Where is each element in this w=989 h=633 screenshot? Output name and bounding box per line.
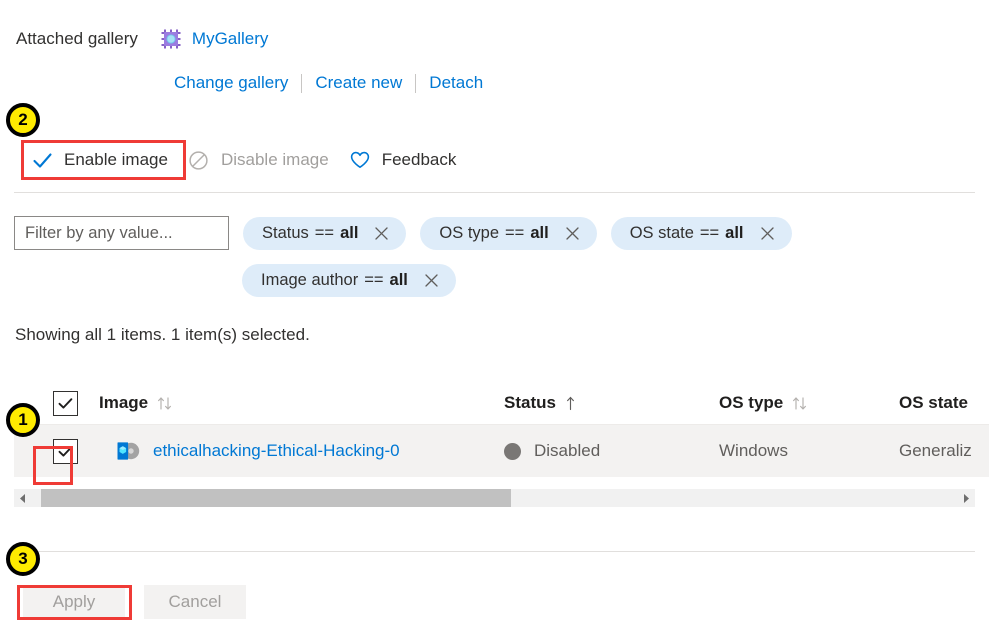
create-new-link[interactable]: Create new	[315, 73, 402, 93]
scrollbar-thumb[interactable]	[41, 489, 511, 507]
filter-pill-os-state[interactable]: OS state == all	[610, 216, 792, 250]
horizontal-scrollbar[interactable]	[14, 489, 975, 507]
gallery-name-link[interactable]: MyGallery	[192, 26, 269, 52]
filter-pill-operator: ==	[505, 223, 525, 242]
images-table: Image Status OS type OS state ethicalhac…	[14, 382, 989, 477]
attached-gallery-row: Attached gallery MyGallery	[16, 26, 268, 52]
column-header-image-label: Image	[99, 393, 149, 412]
scrollbar-track[interactable]	[31, 489, 958, 507]
filter-pill-value: all	[725, 223, 744, 242]
table-row[interactable]: ethicalhacking-Ethical-Hacking-0 Disable…	[14, 425, 989, 477]
column-header-status-label: Status	[504, 393, 556, 412]
select-all-cell	[14, 390, 99, 416]
gallery-actions: Change gallery Create new Detach	[174, 70, 483, 96]
filter-pill-value: all	[389, 271, 408, 289]
image-name-link[interactable]: ethicalhacking-Ethical-Hacking-0	[153, 441, 400, 461]
column-header-os-type-label: OS type	[719, 393, 784, 412]
enable-image-label: Enable image	[64, 150, 168, 169]
filter-pill-operator: ==	[314, 223, 335, 242]
row-status-cell: Disabled	[504, 441, 719, 461]
results-summary: Showing all 1 items. 1 item(s) selected.	[15, 325, 310, 344]
detach-link[interactable]: Detach	[429, 73, 483, 93]
footer-divider	[14, 551, 975, 552]
link-divider	[415, 73, 417, 93]
row-checkbox[interactable]	[52, 438, 78, 464]
sort-both-icon	[157, 395, 172, 412]
sort-both-icon	[792, 395, 807, 412]
vm-image-icon	[114, 438, 140, 464]
column-header-os-state-label: OS state	[899, 393, 968, 412]
filter-bar: Status == all OS type == all OS state ==…	[14, 216, 974, 250]
status-badge	[504, 442, 521, 460]
checkmark-icon	[31, 149, 53, 171]
feedback-label: Feedback	[381, 150, 457, 169]
filter-pill-operator: ==	[699, 223, 720, 242]
link-divider	[301, 73, 303, 93]
chevron-left-icon[interactable]	[14, 489, 31, 507]
command-bar: Enable image Disable image Feedback	[22, 144, 467, 176]
filter-pill-operator: ==	[364, 271, 384, 289]
filter-pill-value: all	[340, 223, 359, 242]
toolbar-divider	[14, 192, 975, 193]
row-select-cell	[14, 438, 99, 464]
column-header-os-state[interactable]: OS state	[899, 393, 989, 413]
filter-pill-name: Image author	[261, 271, 359, 289]
close-icon[interactable]	[373, 225, 390, 242]
search-input[interactable]	[14, 216, 229, 250]
heart-icon	[349, 149, 371, 171]
select-all-checkbox[interactable]	[52, 390, 78, 416]
row-os-state-label: Generaliz	[899, 441, 972, 460]
cancel-button[interactable]: Cancel	[144, 585, 246, 619]
annotation-badge-3: 3	[6, 542, 40, 576]
row-image-cell: ethicalhacking-Ethical-Hacking-0	[99, 438, 504, 464]
column-header-image[interactable]: Image	[99, 393, 504, 413]
block-circle-icon	[188, 149, 210, 171]
disable-image-button[interactable]: Disable image	[179, 144, 340, 176]
attached-gallery-label: Attached gallery	[16, 29, 138, 48]
change-gallery-link[interactable]: Change gallery	[174, 73, 288, 93]
filter-pill-os-type[interactable]: OS type == all	[420, 216, 597, 250]
row-status-label: Disabled	[534, 441, 601, 460]
filter-pill-status[interactable]: Status == all	[243, 216, 407, 250]
row-os-type-label: Windows	[719, 441, 788, 460]
close-icon[interactable]	[423, 272, 440, 289]
gallery-chip-icon	[160, 28, 182, 50]
filter-pill-image-author[interactable]: Image author == all	[242, 264, 456, 297]
chevron-right-icon[interactable]	[958, 489, 975, 507]
apply-button[interactable]: Apply	[23, 585, 125, 619]
row-os-type-cell: Windows	[719, 441, 899, 461]
filter-pill-name: Status	[262, 223, 309, 242]
sort-ascending-icon	[565, 395, 576, 412]
row-os-state-cell: Generaliz	[899, 441, 989, 461]
close-icon[interactable]	[564, 225, 581, 242]
filter-pill-name: OS type	[439, 223, 500, 242]
table-header-row: Image Status OS type OS state	[14, 382, 989, 425]
filter-pill-name: OS state	[629, 223, 694, 242]
column-header-status[interactable]: Status	[504, 393, 719, 413]
filter-pill-value: all	[530, 223, 549, 242]
close-icon[interactable]	[759, 225, 776, 242]
enable-image-button[interactable]: Enable image	[22, 144, 179, 176]
disable-image-label: Disable image	[220, 150, 329, 169]
column-header-os-type[interactable]: OS type	[719, 393, 899, 413]
footer-actions: Apply Cancel	[23, 585, 246, 619]
feedback-button[interactable]: Feedback	[340, 144, 468, 176]
annotation-badge-2: 2	[6, 103, 40, 137]
